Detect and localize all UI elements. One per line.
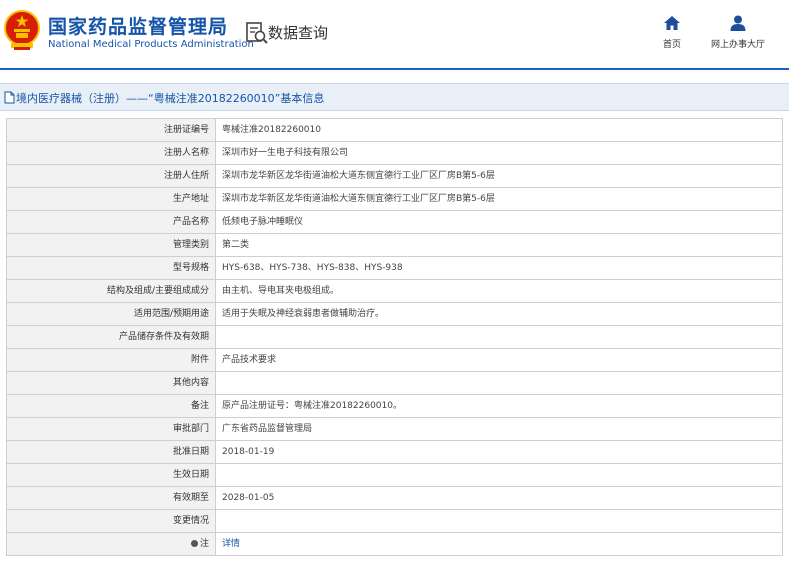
row-value: 第二类 (215, 233, 783, 257)
row-value (215, 325, 783, 349)
table-row: 结构及组成/主要组成成分 由主机、导电耳夹电极组成。 (6, 279, 783, 303)
table-row: 产品名称 低频电子脉冲睡眠仪 (6, 210, 783, 234)
nav-home-link[interactable]: 首页 (655, 14, 689, 50)
document-icon (4, 91, 15, 104)
row-label: 附件 (6, 348, 216, 372)
note-label: 注 (199, 539, 209, 549)
row-value: 原产品注册证号：粤械注准20182260010。 (215, 394, 783, 418)
table-row: 备注 原产品注册证号：粤械注准20182260010。 (6, 394, 783, 418)
table-row: 型号规格 HYS-638、HYS-738、HYS-838、HYS-938 (6, 256, 783, 280)
row-label: 结构及组成/主要组成成分 (6, 279, 216, 303)
row-label: 适用范围/预期用途 (6, 302, 216, 326)
row-value: 2018-01-19 (215, 440, 783, 464)
row-label: 有效期至 (6, 486, 216, 510)
row-value: 深圳市好一生电子科技有限公司 (215, 141, 783, 165)
note-label-cell: 注 (6, 532, 216, 556)
national-emblem-icon (4, 10, 40, 50)
row-label: 管理类别 (6, 233, 216, 257)
table-row: 附件 产品技术要求 (6, 348, 783, 372)
row-value: 2028-01-05 (215, 486, 783, 510)
nav-home-label: 首页 (662, 40, 681, 50)
table-row: 产品储存条件及有效期 (6, 325, 783, 349)
row-value: 低频电子脉冲睡眠仪 (215, 210, 783, 234)
table-row: 管理类别 第二类 (6, 233, 783, 257)
row-label: 注册人名称 (6, 141, 216, 165)
nav-online-office-link[interactable]: 网上办事大厅 (704, 14, 772, 50)
brand-name-cn: 国家药品监督管理局 (48, 16, 229, 38)
note-value-cell: 详情 (215, 532, 783, 556)
row-label: 型号规格 (6, 256, 216, 280)
row-label: 批准日期 (6, 440, 216, 464)
details-link[interactable]: 详情 (222, 539, 240, 549)
home-icon (664, 16, 680, 30)
row-value: 深圳市龙华新区龙华街道油松大道东侧宜德行工业厂区厂房B第5-6层 (215, 164, 783, 188)
registration-info-table: 注册证编号 粤械注准20182260010 注册人名称 深圳市好一生电子科技有限公司… (6, 118, 783, 556)
row-label: 变更情况 (6, 509, 216, 533)
bullet-icon (190, 540, 198, 547)
row-label: 其他内容 (6, 371, 216, 395)
table-row: 有效期至 2028-01-05 (6, 486, 783, 510)
table-row: 注册人住所 深圳市龙华新区龙华街道油松大道东侧宜德行工业厂区厂房B第5-6层 (6, 164, 783, 188)
row-label: 生产地址 (6, 187, 216, 211)
table-row: 生产地址 深圳市龙华新区龙华街道油松大道东侧宜德行工业厂区厂房B第5-6层 (6, 187, 783, 211)
row-value: 粤械注准20182260010 (215, 118, 783, 142)
row-value (215, 371, 783, 395)
row-value (215, 463, 783, 487)
table-row: 注册证编号 粤械注准20182260010 (6, 118, 783, 142)
row-value: HYS-638、HYS-738、HYS-838、HYS-938 (215, 256, 783, 280)
row-value: 产品技术要求 (215, 348, 783, 372)
row-value: 适用于失眠及神经衰弱患者做辅助治疗。 (215, 302, 783, 326)
data-query-icon (246, 22, 268, 44)
row-label: 产品名称 (6, 210, 216, 234)
breadcrumb-title: 境内医疗器械（注册）——“粤械注准20182260010”基本信息 (16, 92, 325, 105)
row-label: 产品储存条件及有效期 (6, 325, 216, 349)
brand-name-en: National Medical Products Administration (48, 39, 254, 50)
site-header: 国家药品监督管理局 National Medical Products Admi… (0, 0, 789, 68)
row-label: 生效日期 (6, 463, 216, 487)
row-value: 深圳市龙华新区龙华街道油松大道东侧宜德行工业厂区厂房B第5-6层 (215, 187, 783, 211)
header-divider (0, 68, 789, 70)
table-row: 适用范围/预期用途 适用于失眠及神经衰弱患者做辅助治疗。 (6, 302, 783, 326)
table-row: 变更情况 (6, 509, 783, 533)
table-row: 审批部门 广东省药品监督管理局 (6, 417, 783, 441)
nav-office-label: 网上办事大厅 (710, 40, 765, 50)
table-row-note: 注 详情 (6, 532, 783, 556)
table-row: 批准日期 2018-01-19 (6, 440, 783, 464)
table-row: 其他内容 (6, 371, 783, 395)
row-value (215, 509, 783, 533)
table-row: 生效日期 (6, 463, 783, 487)
data-query-title: 数据查询 (268, 24, 329, 42)
row-label: 注册人住所 (6, 164, 216, 188)
breadcrumb: 境内医疗器械（注册）——“粤械注准20182260010”基本信息 (0, 83, 789, 111)
row-label: 审批部门 (6, 417, 216, 441)
row-label: 备注 (6, 394, 216, 418)
table-row: 注册人名称 深圳市好一生电子科技有限公司 (6, 141, 783, 165)
row-value: 广东省药品监督管理局 (215, 417, 783, 441)
row-value: 由主机、导电耳夹电极组成。 (215, 279, 783, 303)
row-label: 注册证编号 (6, 118, 216, 142)
user-icon (730, 15, 746, 31)
